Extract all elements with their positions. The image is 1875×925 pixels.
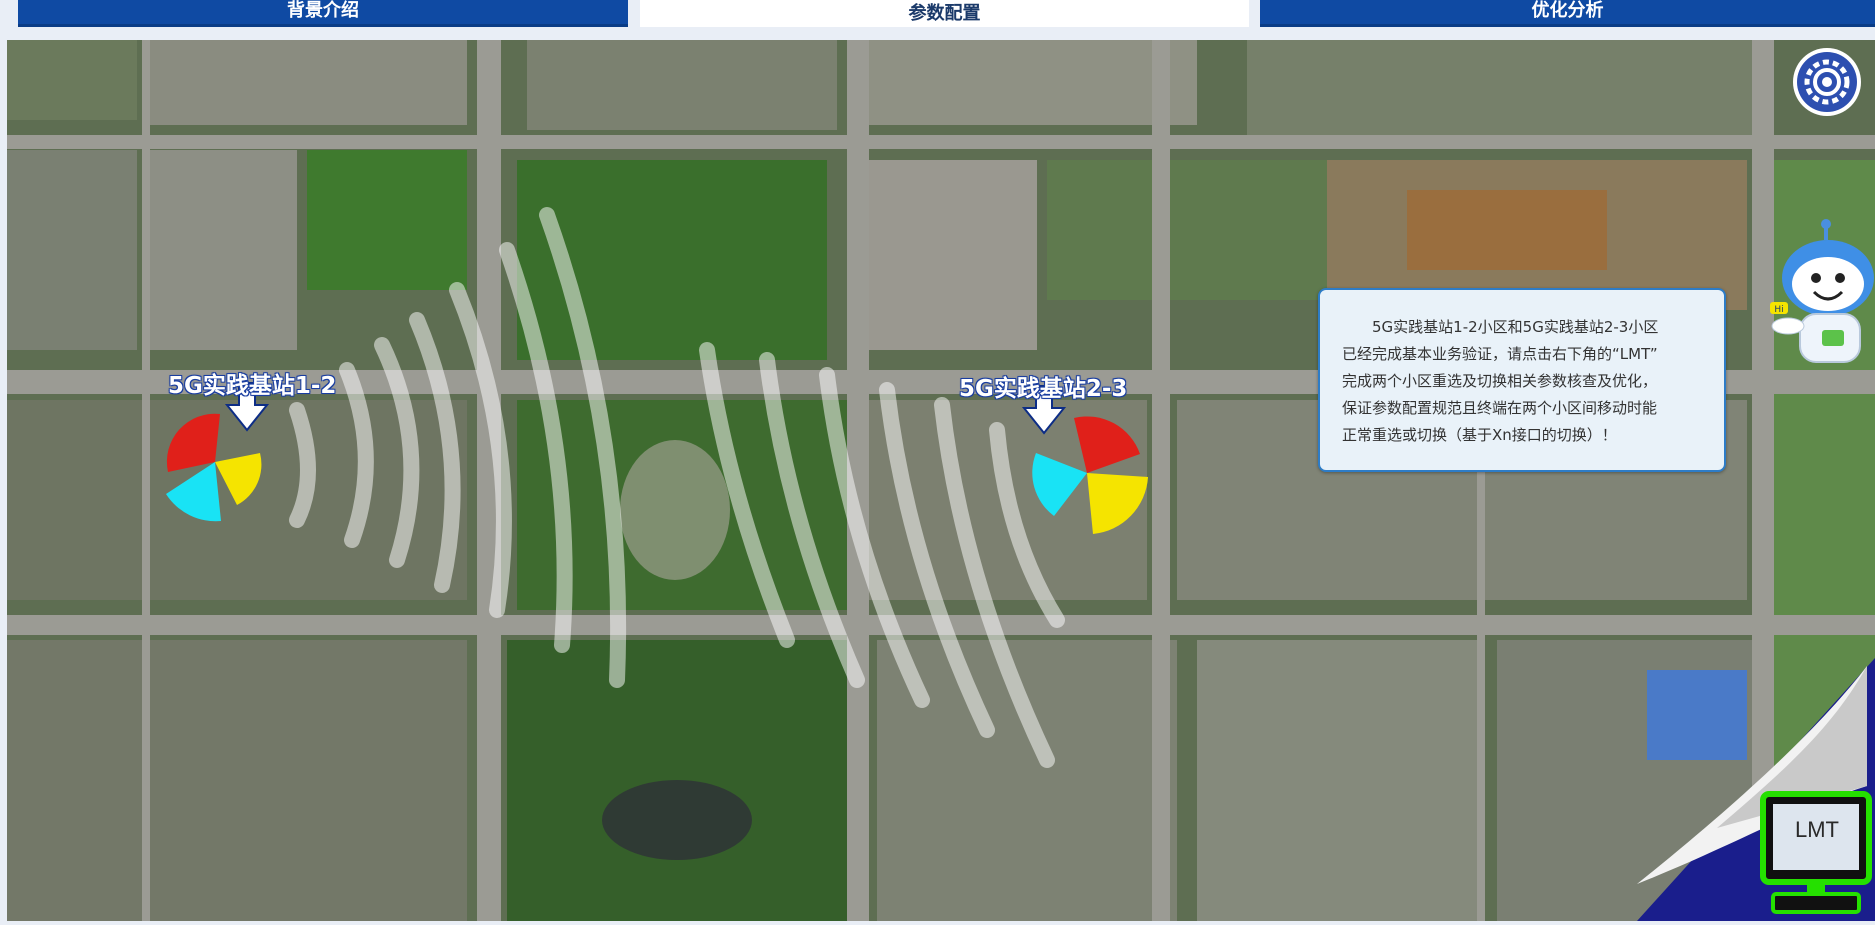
settings-button[interactable] <box>1793 48 1861 116</box>
message-line-4: 保证参数配置规范且终端在两个小区间移动时能 <box>1342 399 1658 417</box>
message-line-1: 5G实践基站1-2小区和5G实践基站2-3小区 <box>1372 318 1659 336</box>
message-line-3: 完成两个小区重选及切换相关参数核查及优化， <box>1342 372 1658 390</box>
tab-bar: 背景介绍 参数配置 优化分析 <box>0 0 1875 36</box>
site-a-label: 5G实践基站1-2 <box>168 373 337 399</box>
message-line-5: 正常重选或切换（基于Xn接口的切换）！ <box>1342 426 1617 444</box>
tab-background-label: 背景介绍 <box>287 0 359 21</box>
tab-parameter-config-label: 参数配置 <box>908 3 981 24</box>
site-b-label: 5G实践基站2-3 <box>959 376 1128 402</box>
map-drawing <box>7 40 1875 921</box>
message-line-2: 已经完成基本业务验证，请点击右下角的“LMT” <box>1342 345 1658 363</box>
assistant-robot[interactable]: Hi <box>1770 218 1875 372</box>
tab-parameter-config[interactable]: 参数配置 <box>640 0 1249 27</box>
tab-optimization-analysis[interactable]: 优化分析 <box>1260 0 1875 27</box>
gear-icon <box>1797 52 1857 112</box>
satellite-map: 5G实践基站1-2 5G实践基站2-3 <box>7 40 1875 921</box>
tab-optimization-analysis-label: 优化分析 <box>1531 0 1604 21</box>
tab-background[interactable]: 背景介绍 <box>18 0 628 27</box>
robot-badge: Hi <box>1774 305 1783 315</box>
computer-icon <box>1760 791 1872 914</box>
robot-icon: Hi <box>1770 219 1874 363</box>
instruction-message: 5G实践基站1-2小区和5G实践基站2-3小区 已经完成基本业务验证，请点击右下… <box>1318 288 1726 472</box>
lmt-button[interactable] <box>1617 658 1875 921</box>
map-parcels <box>7 40 1875 921</box>
lmt-label: LMT <box>1795 817 1839 842</box>
